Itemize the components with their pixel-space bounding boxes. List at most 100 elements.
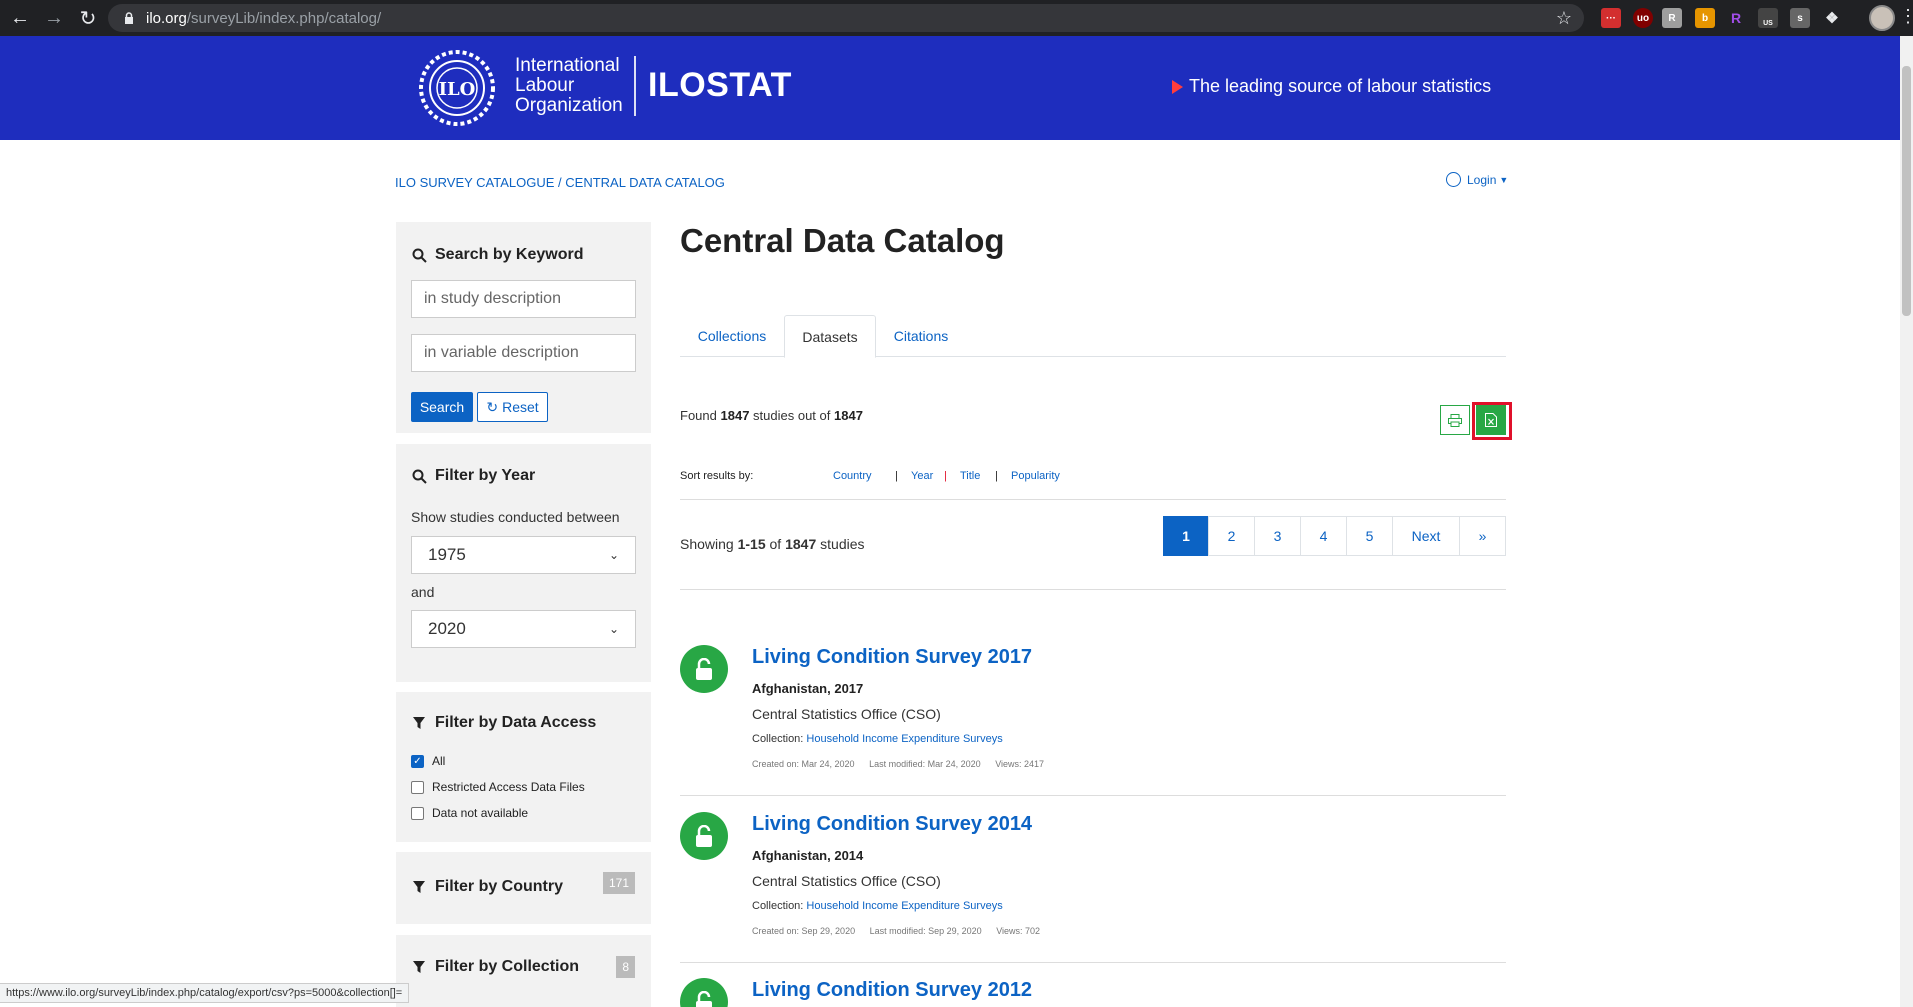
status-bar-url: https://www.ilo.org/surveyLib/index.php/… [0, 983, 410, 1003]
divider [680, 962, 1506, 963]
collection-link[interactable]: Household Income Expenditure Surveys [806, 900, 1002, 912]
access-option-label: Restricted Access Data Files [432, 780, 585, 794]
bookmark-star-icon[interactable]: ☆ [1556, 8, 1572, 29]
user-circle-icon [1446, 172, 1461, 187]
showing-summary: Showing 1-15 of 1847 studies [680, 536, 865, 552]
scrollbar-thumb[interactable] [1902, 66, 1911, 316]
collection-panel-title: Filter by Collection [411, 958, 579, 976]
sort-separator: | [944, 470, 947, 482]
ilo-logo[interactable]: ILO [412, 50, 502, 126]
page-4[interactable]: 4 [1300, 516, 1347, 556]
highlight-box [1472, 402, 1512, 440]
access-panel-title: Filter by Data Access [411, 714, 596, 732]
back-icon[interactable]: ← [6, 4, 34, 32]
page-2[interactable]: 2 [1208, 516, 1255, 556]
collection-label: Collection: [752, 900, 804, 912]
search-icon [411, 247, 427, 263]
breadcrumb-item-central-data-catalog[interactable]: CENTRAL DATA CATALOG [565, 175, 725, 190]
ilostat-brand[interactable]: ILOSTAT [648, 66, 792, 105]
site-header: ILO International Labour Organization IL… [0, 36, 1913, 140]
ext-purple-r-icon[interactable]: R [1726, 8, 1746, 28]
variable-description-input[interactable]: in variable description [411, 334, 636, 372]
reset-button[interactable]: ↻ Reset [477, 392, 548, 422]
ext-orange-icon[interactable]: b [1695, 8, 1715, 28]
browser-toolbar: ← → ↻ ilo.org/surveyLib/index.php/catalo… [0, 0, 1913, 36]
checkbox[interactable] [411, 806, 424, 820]
puzzle-icon[interactable]: ❖ [1822, 8, 1842, 28]
forward-icon[interactable]: → [40, 4, 68, 32]
result-title[interactable]: Living Condition Survey 2012 [752, 979, 1032, 1002]
browser-menu-icon[interactable]: ⋮ [1899, 6, 1913, 27]
page-scrollbar[interactable] [1900, 36, 1913, 1007]
caret-down-icon: ▼ [1499, 174, 1509, 185]
org-line2: Labour [515, 75, 575, 96]
result-country: Afghanistan, 2014 [752, 848, 864, 863]
ext-s-icon[interactable]: s [1790, 8, 1810, 28]
page-1[interactable]: 1 [1163, 516, 1209, 556]
sort-title[interactable]: Title [960, 470, 980, 482]
created-date: Created on: Sep 29, 2020 [752, 926, 856, 936]
ublock-icon[interactable]: uo [1633, 8, 1653, 28]
collection-link[interactable]: Household Income Expenditure Surveys [806, 733, 1002, 745]
ext-us-label: US [1763, 19, 1773, 27]
address-bar[interactable]: ilo.org/surveyLib/index.php/catalog/ ☆ [108, 4, 1584, 32]
collection-panel[interactable]: Filter by Collection 8 [396, 935, 651, 1007]
profile-avatar[interactable] [1869, 5, 1895, 31]
tab-datasets[interactable]: Datasets [784, 315, 876, 358]
found-summary: Found 1847 studies out of 1847 [680, 408, 863, 423]
access-option-not-available[interactable]: Data not available [411, 806, 528, 820]
sort-year[interactable]: Year [911, 470, 933, 482]
year-to-select[interactable]: 2020 ⌄ [411, 610, 636, 648]
page-next[interactable]: Next [1392, 516, 1460, 556]
login-label: Login [1467, 172, 1497, 187]
view-count: Views: 2417 [995, 759, 1045, 769]
breadcrumb-item-survey-catalogue[interactable]: ILO SURVEY CATALOGUE [395, 175, 554, 190]
found-count: 1847 [720, 408, 750, 423]
org-line1: International [515, 55, 620, 76]
result-country: Afghanistan, 2017 [752, 681, 864, 696]
login-menu[interactable]: Login ▼ [1446, 172, 1508, 187]
checkbox-checked[interactable]: ✓ [411, 754, 424, 768]
page-last[interactable]: » [1459, 516, 1506, 556]
between-label: Show studies conducted between [411, 509, 620, 525]
showing-of: of [769, 536, 782, 552]
year-from-select[interactable]: 1975 ⌄ [411, 536, 636, 574]
ext-gray-r-icon[interactable]: R [1662, 8, 1682, 28]
result-collection: Collection: Household Income Expenditure… [752, 900, 1003, 912]
access-option-label: Data not available [432, 806, 529, 820]
access-option-restricted[interactable]: Restricted Access Data Files [411, 780, 585, 794]
reload-icon[interactable]: ↻ [74, 4, 102, 32]
modified-date: Last modified: Sep 29, 2020 [869, 926, 982, 936]
org-line3: Organization [515, 95, 623, 116]
sort-popularity[interactable]: Popularity [1011, 470, 1060, 482]
result-agency: Central Statistics Office (CSO) [752, 706, 941, 722]
study-description-input[interactable]: in study description [411, 280, 636, 318]
result-meta: Created on: Sep 29, 2020 Last modified: … [752, 926, 1052, 936]
sort-label: Sort results by: [680, 470, 754, 482]
search-button[interactable]: Search [411, 392, 473, 422]
page-5[interactable]: 5 [1346, 516, 1393, 556]
tab-collections[interactable]: Collections [680, 315, 784, 357]
print-button[interactable] [1440, 405, 1470, 435]
access-option-all[interactable]: ✓ All [411, 754, 445, 768]
filter-icon [411, 959, 427, 975]
logo-text: ILO [439, 79, 476, 100]
ext-red-dots-icon[interactable]: ··· [1601, 8, 1621, 28]
country-panel[interactable]: Filter by Country 171 [396, 852, 651, 924]
country-panel-title: Filter by Country [411, 878, 563, 896]
divider [680, 589, 1506, 590]
tab-citations[interactable]: Citations [876, 315, 966, 357]
checkbox[interactable] [411, 780, 424, 794]
page-3[interactable]: 3 [1254, 516, 1301, 556]
ext-us-icon[interactable]: US [1758, 8, 1778, 28]
year-panel: Filter by Year Show studies conducted be… [396, 444, 651, 682]
triangle-icon [1172, 79, 1183, 94]
result-title[interactable]: Living Condition Survey 2014 [752, 813, 1032, 836]
sort-country[interactable]: Country [833, 470, 872, 482]
found-prefix: Found [680, 408, 717, 423]
filter-icon [411, 879, 427, 895]
result-title[interactable]: Living Condition Survey 2017 [752, 646, 1032, 669]
org-name: International Labour Organization [515, 56, 623, 116]
reset-label: Reset [502, 399, 539, 415]
country-count-badge: 171 [602, 872, 635, 894]
